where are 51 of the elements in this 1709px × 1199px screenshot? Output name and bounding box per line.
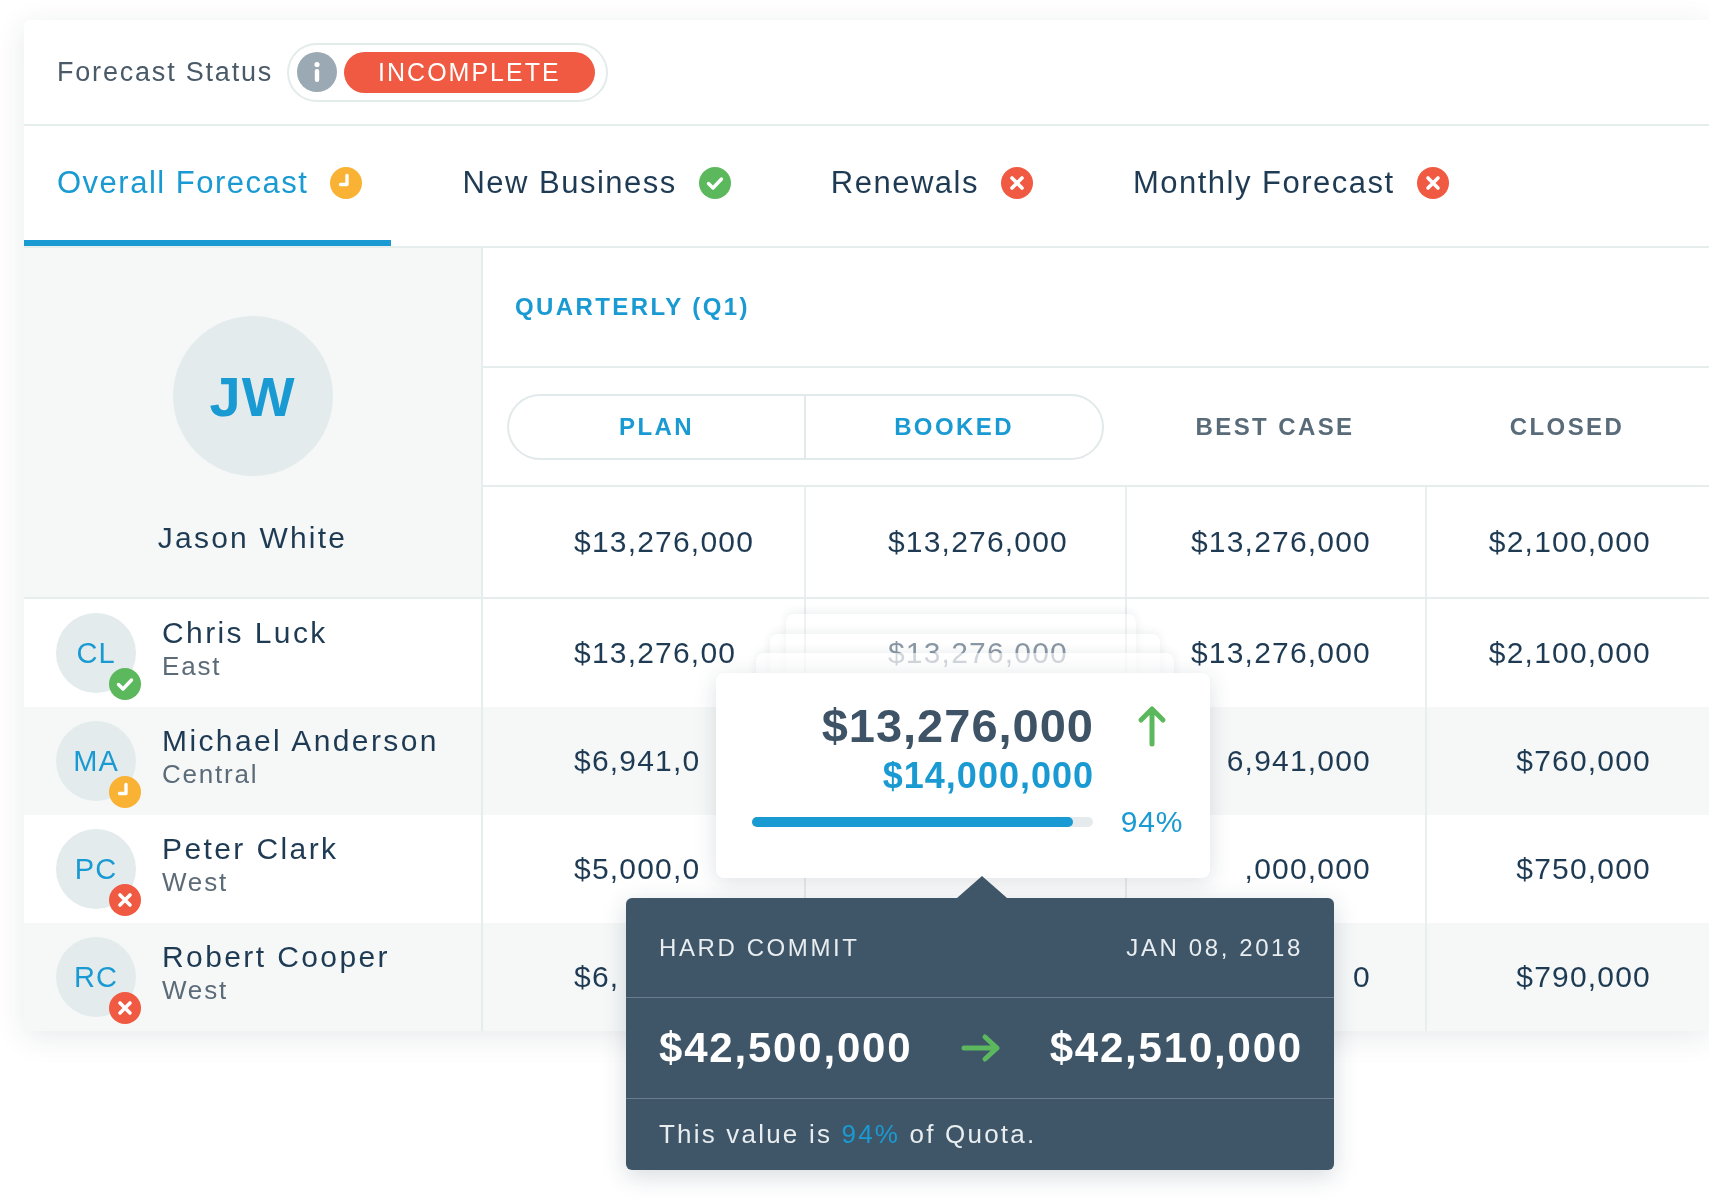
column-toggle[interactable]: CLOSED bbox=[1425, 393, 1709, 460]
tab[interactable]: Monthly Forecast bbox=[1099, 126, 1478, 246]
tab[interactable]: New Business bbox=[429, 126, 760, 246]
owner-name: Jason White bbox=[157, 520, 348, 556]
amount-value: $13,276,000 bbox=[887, 525, 1068, 559]
amount-value: $760,000 bbox=[1516, 744, 1651, 778]
member-region: West bbox=[162, 867, 229, 897]
column-toggle[interactable]: PLAN bbox=[507, 393, 804, 460]
column-toggle[interactable]: BEST CASE bbox=[1125, 393, 1425, 460]
amount-value: $13,276,00 bbox=[574, 636, 737, 670]
amount-value: 6,941,000 bbox=[1226, 744, 1371, 778]
forecast-value: $13,276,000 bbox=[821, 700, 1094, 752]
amount-value: ,000,000 bbox=[1244, 852, 1371, 886]
member-name: Peter Clark bbox=[162, 831, 339, 867]
avatar: CL bbox=[56, 613, 136, 693]
amount-value: $13,276,000 bbox=[574, 525, 755, 559]
avatar: JW bbox=[172, 316, 333, 476]
member-region: Central bbox=[162, 759, 260, 789]
amount-value: $6, bbox=[574, 960, 620, 994]
tooltip-date: JAN 08, 2018 bbox=[1126, 933, 1303, 962]
amount-value: $5,000,0 bbox=[574, 852, 701, 886]
amount-value: $13,276,000 bbox=[1190, 636, 1371, 670]
amount-value: $6,941,0 bbox=[574, 744, 701, 778]
member-name: Chris Luck bbox=[162, 615, 328, 651]
quota-value: $14,000,000 bbox=[882, 756, 1094, 796]
forecast-status-label: Forecast Status bbox=[57, 56, 274, 88]
info-icon[interactable] bbox=[297, 52, 338, 92]
amount-value: $2,100,000 bbox=[1488, 525, 1651, 559]
member-name: Robert Cooper bbox=[162, 939, 390, 975]
tooltip-title: HARD COMMIT bbox=[659, 933, 860, 962]
amount-value: $2,100,000 bbox=[1488, 636, 1651, 670]
amount-value: $790,000 bbox=[1516, 960, 1651, 994]
new-amount: $42,510,000 bbox=[1049, 1024, 1303, 1072]
amount-value: $750,000 bbox=[1516, 852, 1651, 886]
avatar: PC bbox=[56, 829, 136, 909]
column-toggle[interactable]: BOOKED bbox=[804, 393, 1104, 460]
quota-note: This value is 94% of Quota. bbox=[659, 1118, 1037, 1150]
right-arrow-icon bbox=[961, 1033, 1001, 1063]
previous-amount: $42,500,000 bbox=[659, 1024, 913, 1072]
amount-value: $13,276,000 bbox=[1190, 525, 1371, 559]
progress-percent: 94% bbox=[1120, 805, 1184, 839]
period-label: QUARTERLY (Q1) bbox=[515, 293, 750, 321]
tab[interactable]: Renewals bbox=[797, 126, 1062, 246]
avatar: MA bbox=[56, 721, 136, 801]
avatar: RC bbox=[56, 937, 136, 1017]
member-name: Michael Anderson bbox=[162, 723, 439, 759]
member-region: West bbox=[162, 975, 229, 1005]
member-region: East bbox=[162, 651, 223, 681]
status-tag: INCOMPLETE bbox=[344, 51, 595, 93]
amount-value: $13,276,000 bbox=[887, 636, 1068, 670]
amount-value: 0 bbox=[1353, 960, 1371, 994]
